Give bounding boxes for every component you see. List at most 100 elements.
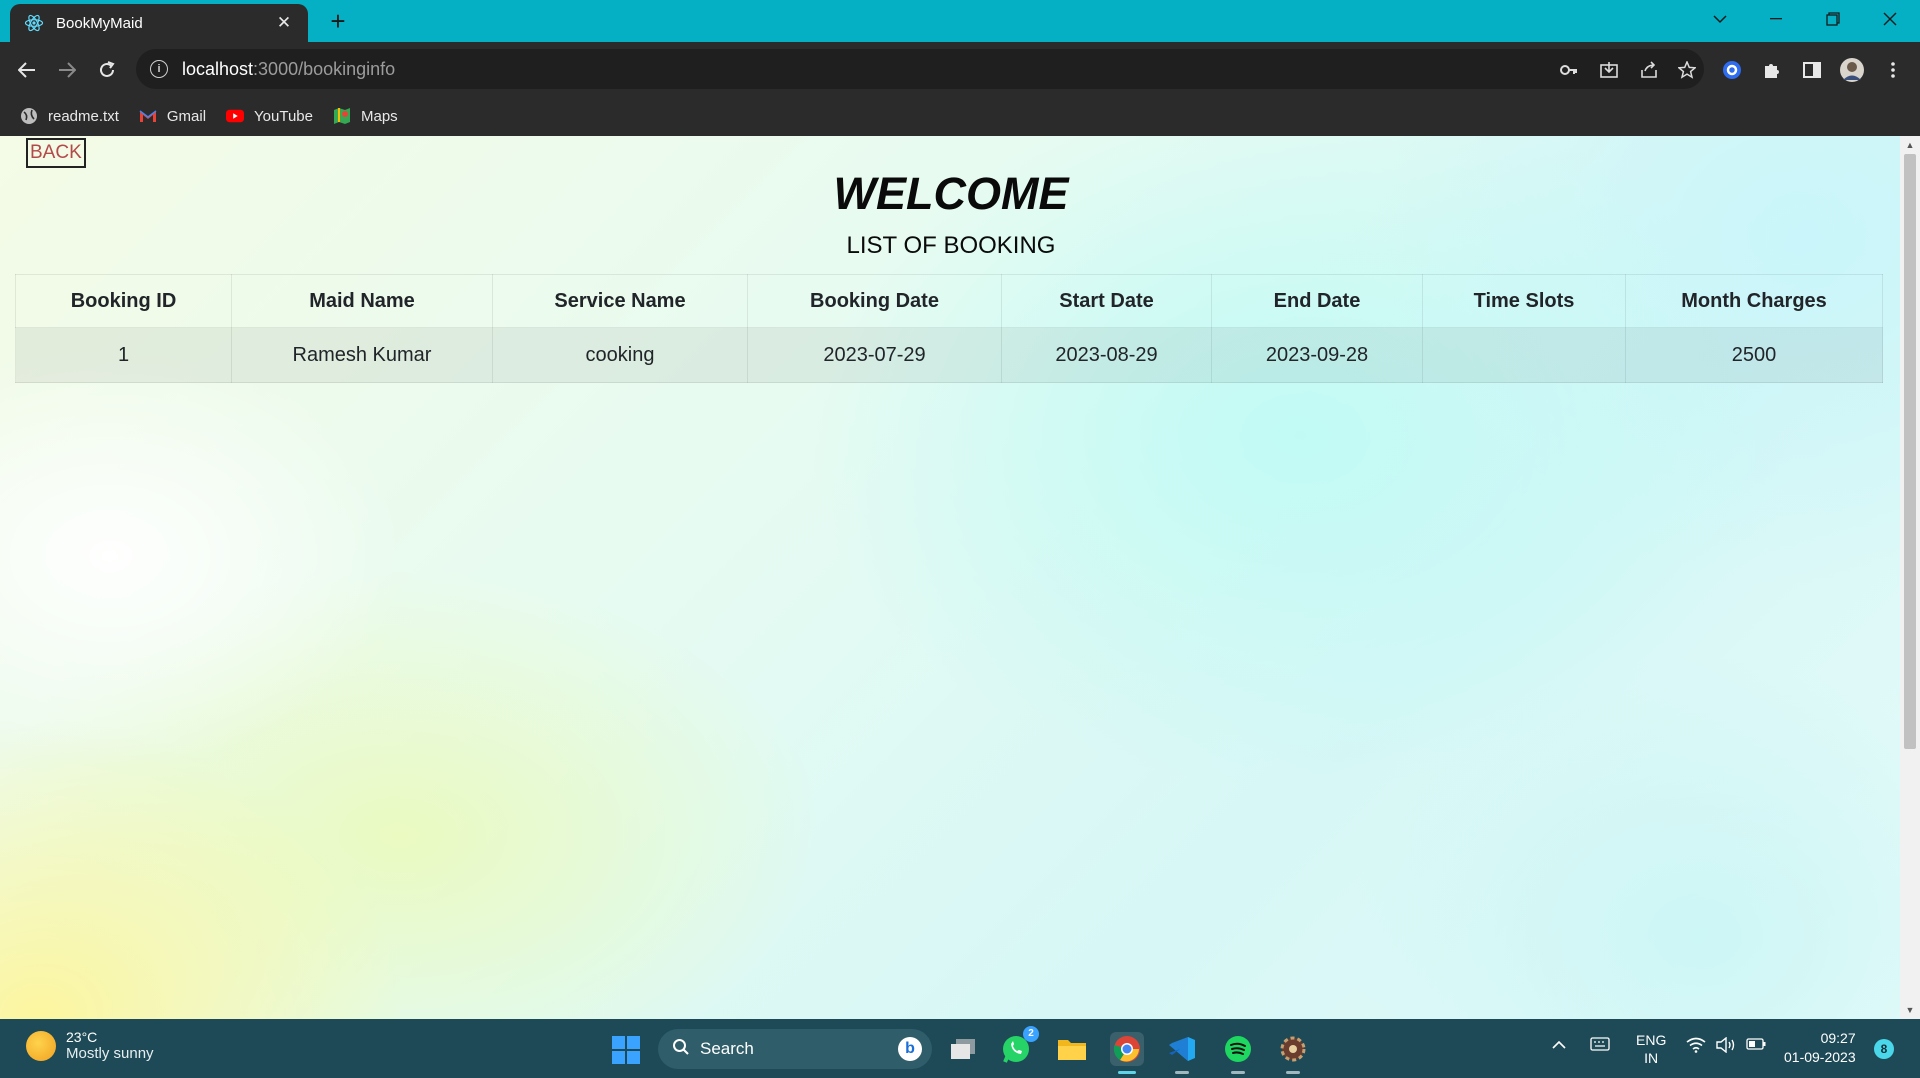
notification-count-badge[interactable]: 8 [1874, 1039, 1894, 1059]
cell-booking-id: 1 [15, 327, 232, 383]
tab-title: BookMyMaid [56, 14, 143, 32]
cell-maid-name: Ramesh Kumar [231, 327, 493, 383]
region-code: IN [1644, 1050, 1659, 1066]
browser-tab[interactable]: BookMyMaid ✕ [10, 4, 308, 42]
scroll-down-arrow-icon[interactable]: ▼ [1905, 1005, 1915, 1015]
url-path: :3000/bookinginfo [253, 58, 396, 79]
extensions-puzzle-icon[interactable] [1759, 57, 1785, 83]
spotify-icon[interactable] [1221, 1032, 1255, 1074]
cell-service-name: cooking [492, 327, 748, 383]
browser-tab-strip: BookMyMaid ✕ + [0, 0, 1920, 42]
app-gear-icon[interactable] [1276, 1032, 1310, 1074]
bookmark-label: readme.txt [48, 107, 119, 125]
bing-icon[interactable]: b [898, 1037, 922, 1061]
bookmark-label: Gmail [166, 107, 207, 125]
search-icon [672, 1038, 690, 1061]
show-hidden-icons-chevron-icon[interactable] [1552, 1037, 1566, 1055]
site-info-icon[interactable]: i [150, 60, 168, 78]
bookmark-readme[interactable]: readme.txt [20, 107, 119, 125]
youtube-icon [226, 107, 245, 125]
column-header-time-slots: Time Slots [1422, 274, 1626, 328]
column-header-end-date: End Date [1211, 274, 1423, 328]
table-header-row: Booking ID Maid Name Service Name Bookin… [15, 274, 1883, 328]
bookmark-gmail[interactable]: Gmail [139, 107, 206, 125]
page-viewport: BACK WELCOME LIST OF BOOKING Booking ID … [0, 136, 1920, 1019]
bookings-table: Booking ID Maid Name Service Name Bookin… [15, 274, 1883, 383]
column-header-maid-name: Maid Name [231, 274, 493, 328]
bookmark-label: Maps [361, 107, 398, 125]
column-header-booking-id: Booking ID [15, 274, 232, 328]
cell-end-date: 2023-09-28 [1211, 327, 1423, 383]
cell-month-charges: 2500 [1625, 327, 1883, 383]
weather-widget[interactable]: 23°C Mostly sunny [26, 1029, 154, 1062]
extension-circle-icon[interactable] [1719, 57, 1745, 83]
tab-search-chevron-icon[interactable] [1692, 0, 1748, 38]
system-clock[interactable]: 09:27 01-09-2023 [1784, 1029, 1856, 1067]
bookmarks-bar: readme.txt Gmail YouTube Maps [0, 96, 1920, 136]
cell-booking-date: 2023-07-29 [747, 327, 1002, 383]
language-indicator[interactable]: ENG IN [1636, 1031, 1666, 1067]
file-explorer-icon[interactable] [1055, 1032, 1089, 1066]
bookmark-label: YouTube [254, 107, 313, 125]
profile-avatar[interactable] [1839, 57, 1865, 83]
tab-close-icon[interactable]: ✕ [270, 9, 298, 37]
browser-toolbar: i localhost:3000/bookinginfo [0, 42, 1920, 96]
whatsapp-unread-badge: 2 [1023, 1026, 1039, 1042]
page-title: WELCOME [833, 168, 1069, 219]
volume-icon[interactable] [1716, 1036, 1736, 1058]
install-app-icon[interactable] [1598, 59, 1620, 81]
gmail-icon [139, 107, 157, 125]
battery-icon[interactable] [1746, 1037, 1766, 1055]
share-icon[interactable] [1638, 59, 1660, 81]
page-scrollbar[interactable]: ▲ ▼ [1900, 136, 1920, 1019]
windows-start-icon[interactable] [612, 1036, 640, 1064]
new-tab-button[interactable]: + [322, 6, 354, 36]
whatsapp-icon[interactable]: 2 [999, 1026, 1039, 1066]
running-indicator [1175, 1071, 1189, 1074]
close-window-icon[interactable] [1862, 0, 1918, 38]
minimize-icon[interactable] [1748, 0, 1804, 38]
bookmark-maps[interactable]: Maps [333, 107, 398, 125]
forward-arrow-icon[interactable] [51, 54, 83, 86]
weather-description: Mostly sunny [66, 1045, 154, 1062]
cell-time-slots [1422, 327, 1626, 383]
running-indicator [1286, 1071, 1300, 1074]
url-text: localhost:3000/bookinginfo [182, 59, 395, 80]
back-button[interactable]: BACK [26, 138, 86, 168]
keyboard-icon[interactable] [1590, 1037, 1610, 1056]
reload-icon[interactable] [91, 54, 123, 86]
weather-temperature: 23°C [66, 1029, 98, 1045]
taskbar-search[interactable]: Search b [658, 1029, 932, 1069]
scrollbar-thumb[interactable] [1904, 154, 1916, 749]
table-row: 1 Ramesh Kumar cooking 2023-07-29 2023-0… [15, 327, 1883, 383]
page-subtitle: LIST OF BOOKING [846, 232, 1056, 259]
bookmark-youtube[interactable]: YouTube [226, 107, 313, 125]
url-host: localhost [182, 58, 254, 79]
scroll-up-arrow-icon[interactable]: ▲ [1905, 140, 1915, 150]
column-header-service-name: Service Name [492, 274, 748, 328]
back-arrow-icon[interactable] [11, 54, 43, 86]
search-label: Search [700, 1039, 754, 1058]
column-header-start-date: Start Date [1001, 274, 1212, 328]
password-key-icon[interactable] [1558, 59, 1580, 81]
task-view-icon[interactable] [946, 1032, 980, 1066]
address-bar[interactable]: i localhost:3000/bookinginfo [136, 49, 1704, 89]
weather-sun-icon [26, 1030, 56, 1061]
vscode-icon[interactable] [1165, 1032, 1199, 1074]
clock-time: 09:27 [1820, 1030, 1856, 1046]
browser-menu-icon[interactable] [1880, 57, 1906, 83]
restore-icon[interactable] [1805, 0, 1861, 38]
clock-date: 01-09-2023 [1784, 1049, 1856, 1065]
react-icon [24, 13, 44, 33]
cell-start-date: 2023-08-29 [1001, 327, 1212, 383]
chrome-icon[interactable] [1110, 1032, 1144, 1074]
bookmark-star-icon[interactable] [1676, 59, 1698, 81]
running-indicator [1231, 1071, 1245, 1074]
language-code: ENG [1636, 1032, 1667, 1048]
side-panel-icon[interactable] [1799, 57, 1825, 83]
column-header-month-charges: Month Charges [1625, 274, 1883, 328]
maps-icon [333, 107, 351, 125]
column-header-booking-date: Booking Date [747, 274, 1002, 328]
wifi-icon[interactable] [1686, 1037, 1706, 1058]
globe-icon [20, 107, 38, 125]
